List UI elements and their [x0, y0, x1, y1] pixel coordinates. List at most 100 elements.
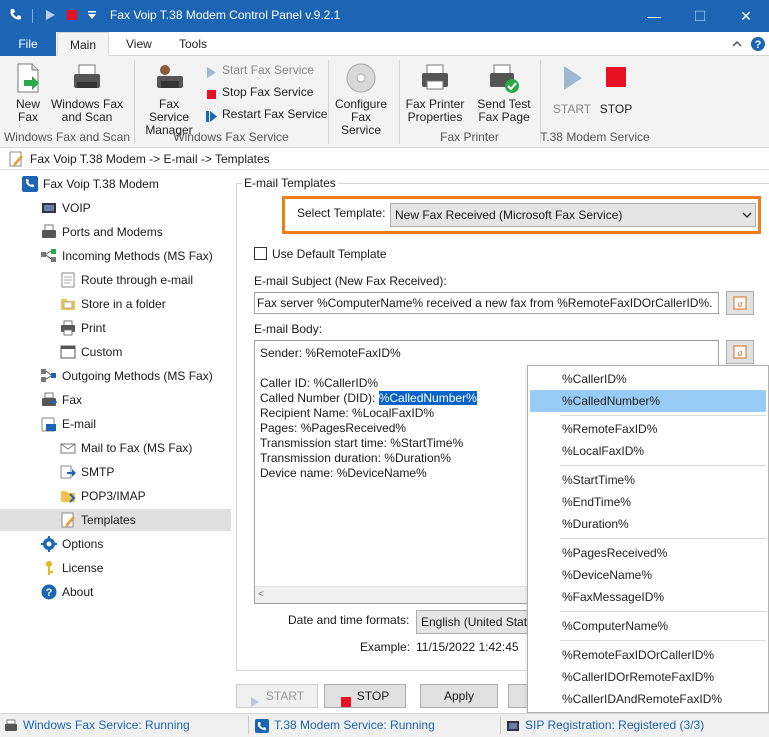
tree-item-route-email[interactable]: Route through e-mail — [60, 269, 193, 291]
date-formats-select[interactable]: English (United State — [416, 610, 536, 634]
menu-item-remote-or-caller[interactable]: %RemoteFaxIDOrCallerID% — [530, 644, 766, 666]
fax-service-manager-button[interactable]: Fax Service Manager — [138, 62, 200, 137]
printer-icon — [60, 320, 76, 336]
help-icon[interactable]: ? — [750, 36, 766, 52]
tree-item-store-folder[interactable]: Store in a folder — [60, 293, 166, 315]
start-modem-button[interactable]: START — [552, 62, 592, 116]
close-button[interactable]: ✕ — [723, 0, 769, 32]
tree-item-email[interactable]: E-mail — [41, 413, 96, 435]
gear-icon — [41, 535, 57, 552]
status-sip[interactable]: SIP Registration: Registered (3/3) — [506, 718, 704, 733]
navigation-tree: Fax Voip T.38 Modem VOIP Ports and Modem… — [0, 171, 232, 711]
tree-item-templates[interactable]: Templates — [0, 509, 231, 531]
menu-item-fax-message-id[interactable]: %FaxMessageID% — [530, 586, 766, 608]
quick-start-icon[interactable] — [42, 7, 58, 23]
tree-item-custom[interactable]: Custom — [60, 341, 122, 363]
tree-item-voip[interactable]: VOIP — [41, 197, 91, 219]
body-insert-variable-button[interactable]: a — [726, 340, 754, 364]
tab-file[interactable]: File — [0, 32, 56, 56]
stop-fax-service-button[interactable]: Stop Fax Service — [206, 83, 313, 101]
quick-stop-icon[interactable] — [64, 7, 80, 23]
maximize-button[interactable]: ☐ — [677, 0, 723, 32]
tab-tools[interactable]: Tools — [167, 32, 219, 56]
menu-item-local-fax-id[interactable]: %LocalFaxID% — [530, 440, 766, 462]
subject-insert-variable-button[interactable]: a — [726, 291, 754, 315]
stop-modem-label: STOP — [599, 102, 633, 116]
menu-item-computer-name[interactable]: %ComputerName% — [530, 615, 766, 637]
fax-printer-properties-button[interactable]: Fax Printer Properties — [404, 62, 466, 124]
menu-separator — [560, 538, 766, 539]
tree-item-options[interactable]: Options — [41, 533, 103, 555]
tree-item-root[interactable]: Fax Voip T.38 Modem — [22, 173, 159, 195]
send-test-fax-page-label: Send Test Fax Page — [477, 97, 531, 124]
subject-value: Fax server %ComputerName% received a new… — [257, 296, 713, 310]
tab-view[interactable]: View — [114, 32, 164, 56]
scroll-left-icon[interactable]: < — [258, 589, 264, 600]
svg-text:?: ? — [46, 587, 53, 599]
menu-item-caller-or-remote[interactable]: %CallerIDOrRemoteFaxID% — [530, 666, 766, 688]
menu-item-device-name[interactable]: %DeviceName% — [530, 564, 766, 586]
minimize-button[interactable]: — — [631, 0, 677, 32]
send-test-fax-page-button[interactable]: Send Test Fax Page — [474, 62, 534, 124]
menu-separator — [560, 415, 766, 416]
svg-text:?: ? — [755, 39, 762, 51]
tree-item-print[interactable]: Print — [60, 317, 106, 339]
tab-main[interactable]: Main — [57, 32, 110, 56]
tree-item-license[interactable]: License — [41, 557, 103, 579]
menu-item-pages-received[interactable]: %PagesReceived% — [530, 542, 766, 564]
start-fax-service-button[interactable]: Start Fax Service — [206, 61, 314, 79]
chevron-down-icon — [741, 209, 753, 221]
status-t38-modem[interactable]: T.38 Modem Service: Running — [255, 718, 435, 733]
menu-item-caller-id[interactable]: %CallerID% — [530, 368, 766, 390]
menu-item-start-time[interactable]: %StartTime% — [530, 469, 766, 491]
voip-icon — [41, 200, 57, 216]
fax-printer-properties-label: Fax Printer Properties — [405, 97, 465, 124]
menu-item-remote-fax-id[interactable]: %RemoteFaxID% — [530, 418, 766, 440]
separator — [32, 9, 33, 23]
stop-button[interactable]: STOP — [324, 684, 406, 708]
breadcrumb: Fax Voip T.38 Modem -> E-mail -> Templat… — [0, 148, 769, 170]
folder-icon — [60, 296, 76, 312]
disc-icon — [345, 62, 377, 94]
voip-icon — [506, 719, 520, 733]
tree-item-outgoing[interactable]: Outgoing Methods (MS Fax) — [41, 365, 213, 387]
quick-access-dropdown-icon[interactable] — [84, 7, 100, 23]
body-line: Caller ID: %CallerID% — [260, 376, 379, 390]
phone-icon — [255, 718, 269, 733]
use-default-checkbox[interactable] — [254, 247, 267, 260]
apply-button[interactable]: Apply — [420, 684, 498, 708]
menu-item-called-number[interactable]: %CalledNumber% — [530, 390, 766, 412]
tree-item-mail-to-fax[interactable]: Mail to Fax (MS Fax) — [60, 437, 192, 459]
restart-fax-service-button[interactable]: Restart Fax Service — [206, 105, 327, 123]
tree-item-about[interactable]: ? About — [41, 581, 93, 603]
menu-item-end-time[interactable]: %EndTime% — [530, 491, 766, 513]
tree-item-ports-modems[interactable]: Ports and Modems — [41, 221, 163, 243]
template-select[interactable]: New Fax Received (Microsoft Fax Service) — [390, 203, 756, 227]
svg-text:a: a — [738, 299, 743, 310]
body-empty-line — [260, 361, 477, 376]
breadcrumb-text: Fax Voip T.38 Modem -> E-mail -> Templat… — [30, 152, 270, 166]
windows-fax-scan-button[interactable]: Windows Fax and Scan — [50, 62, 124, 124]
start-modem-label: START — [552, 102, 592, 116]
tree-item-fax[interactable]: Fax — [41, 389, 82, 411]
new-fax-button[interactable]: New Fax — [10, 62, 46, 124]
tree-item-incoming[interactable]: Incoming Methods (MS Fax) — [41, 245, 213, 267]
body-line: Transmission duration: %Duration% — [260, 451, 451, 465]
configure-fax-service-button[interactable]: Configure Fax Service — [330, 62, 392, 137]
stop-icon — [600, 62, 632, 94]
start-button[interactable]: START — [236, 684, 318, 708]
tree-item-pop3-imap[interactable]: POP3/IMAP — [60, 485, 146, 507]
stop-modem-button[interactable]: STOP — [596, 62, 636, 116]
group-label-fax-printer: Fax Printer — [440, 130, 499, 144]
example-value: 11/15/2022 1:42:45 — [416, 640, 519, 654]
tree-item-smtp[interactable]: SMTP — [60, 461, 114, 483]
collapse-ribbon-icon[interactable] — [729, 36, 745, 52]
variable-insert-icon: a — [733, 345, 747, 359]
subject-input[interactable]: Fax server %ComputerName% received a new… — [254, 292, 719, 314]
extra-button[interactable] — [508, 684, 528, 708]
menu-item-caller-and-remote[interactable]: %CallerIDAndRemoteFaxID% — [530, 688, 766, 710]
status-windows-fax[interactable]: Windows Fax Service: Running — [4, 718, 190, 733]
menu-item-duration[interactable]: %Duration% — [530, 513, 766, 535]
new-fax-label: New Fax — [15, 97, 40, 124]
date-formats-value: English (United State — [421, 615, 534, 629]
